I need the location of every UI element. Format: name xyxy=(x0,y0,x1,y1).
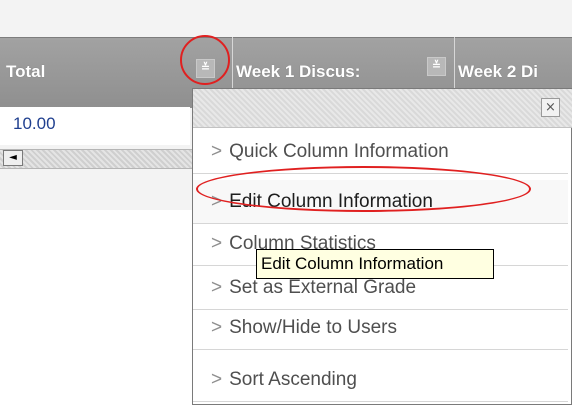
menu-item-label: Sort Ascending xyxy=(229,369,357,390)
menu-item-label: Set as External Grade xyxy=(229,277,417,298)
context-menu-header xyxy=(193,89,572,128)
arrow-right-icon: > xyxy=(211,233,223,254)
arrow-right-icon: > xyxy=(211,317,223,338)
menu-item-sort-ascending[interactable]: > Sort Ascending xyxy=(193,358,568,402)
tooltip: Edit Column Information xyxy=(256,249,494,279)
week1-column-menu-chevron-down-icon[interactable]: ≚ xyxy=(427,57,446,76)
highlight-ring-chevron xyxy=(180,35,230,85)
arrow-right-icon: > xyxy=(211,277,223,298)
close-icon[interactable]: × xyxy=(541,98,560,117)
menu-item-label: Quick Column Information xyxy=(229,141,449,162)
highlight-ring-edit-item xyxy=(196,166,531,212)
horizontal-scrollbar[interactable] xyxy=(0,149,192,169)
arrow-right-icon: > xyxy=(211,141,223,162)
scroll-left-icon[interactable]: ◄ xyxy=(3,150,23,166)
total-cell-value[interactable]: 10.00 xyxy=(13,114,56,134)
toolbar-strip xyxy=(0,0,572,37)
column-header-total[interactable]: Total xyxy=(6,37,156,107)
menu-item-label: Show/Hide to Users xyxy=(229,317,398,338)
arrow-right-icon: > xyxy=(211,369,223,390)
menu-item-show-hide-to-users[interactable]: > Show/Hide to Users xyxy=(193,306,568,350)
